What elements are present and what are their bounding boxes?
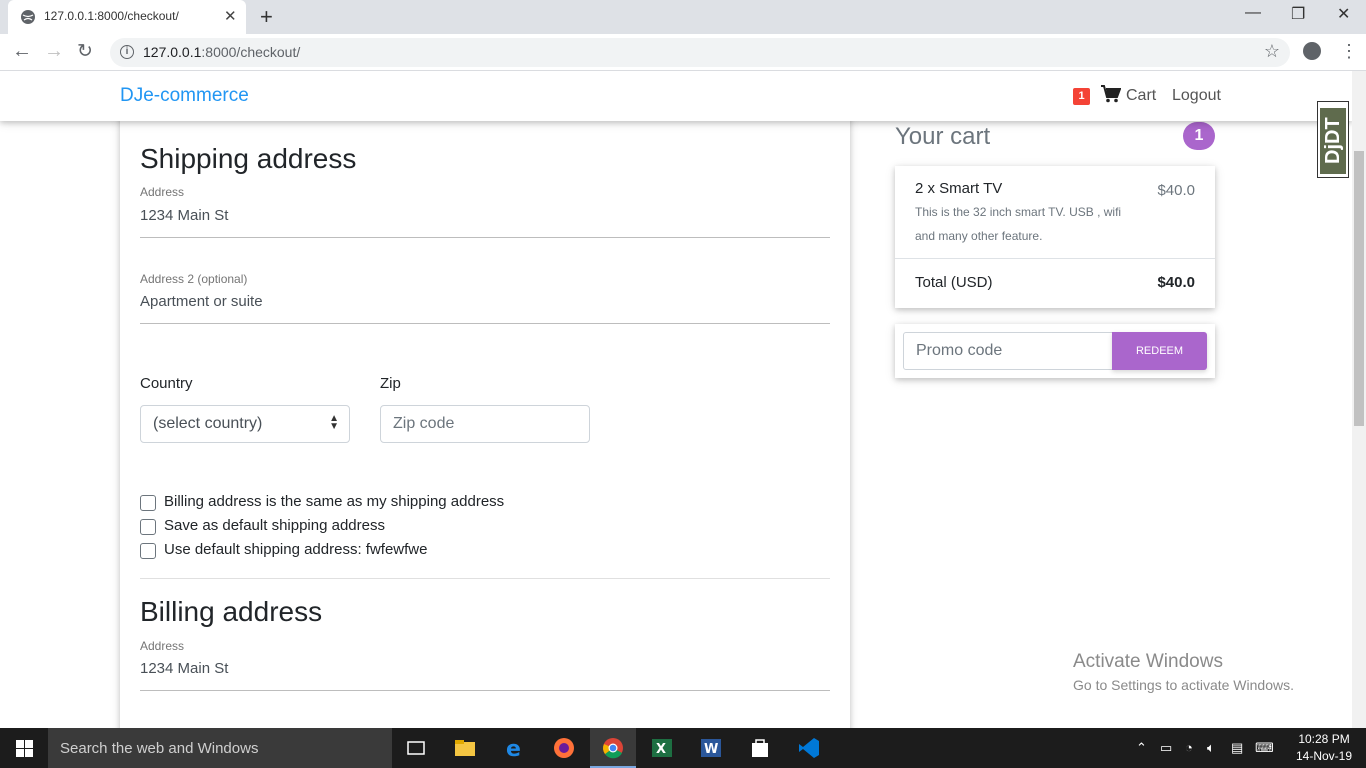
cart-count-badge: 1 [1183, 122, 1215, 150]
djdt-label: DjDT [1320, 108, 1346, 174]
section-divider [140, 578, 830, 579]
billing-heading: Billing address [140, 596, 323, 627]
page-scrollbar[interactable] [1352, 71, 1366, 728]
checkout-form: Shipping address Address 1234 Main St Ad… [120, 101, 850, 728]
total-label: Total (USD) [915, 274, 993, 291]
firefox-icon[interactable] [552, 736, 576, 760]
select-arrows-icon: ▲ ▼ [329, 413, 339, 432]
cart-divider [895, 258, 1215, 259]
battery-icon[interactable]: ▭ [1160, 740, 1172, 756]
store-icon[interactable] [748, 736, 772, 760]
use-default-label[interactable]: Use default shipping address: fwfewfwe [164, 541, 427, 558]
globe-icon [21, 10, 35, 24]
brand-logo-link[interactable]: DJe-commerce [120, 85, 249, 107]
zip-label: Zip [380, 375, 401, 392]
promo-code-input[interactable]: Promo code [903, 332, 1115, 370]
shopping-cart-icon[interactable] [1101, 85, 1121, 103]
minimize-icon[interactable]: — [1245, 4, 1261, 22]
file-explorer-icon[interactable] [453, 736, 477, 760]
close-window-icon[interactable]: ✕ [1337, 4, 1350, 24]
redeem-button[interactable]: REDEEM [1112, 332, 1207, 370]
cart-count-badge-nav[interactable]: 1 [1073, 88, 1090, 105]
vscode-icon[interactable] [797, 736, 821, 760]
svg-text:e: e [506, 737, 521, 760]
clock-date: 14-Nov-19 [1296, 749, 1353, 763]
bookmark-star-icon[interactable]: ☆ [1264, 41, 1280, 62]
volume-icon[interactable]: 🔈︎ [1207, 740, 1215, 756]
cart-summary: 2 x Smart TV This is the 32 inch smart T… [895, 166, 1215, 308]
page-viewport: Shipping address Address 1234 Main St Ad… [0, 71, 1352, 728]
clock-time: 10:28 PM [1298, 732, 1350, 746]
address2-underline [140, 323, 830, 324]
keyboard-icon[interactable]: ⌨ [1255, 740, 1274, 756]
svg-text:W: W [704, 742, 718, 757]
cart-item-description: This is the 32 inch smart TV. USB , wifi… [915, 205, 1122, 243]
scrollbar-thumb[interactable] [1354, 151, 1364, 426]
back-icon[interactable]: ← [12, 40, 32, 63]
address-label: Address [140, 185, 185, 199]
new-tab-icon[interactable]: + [260, 4, 273, 30]
address-input[interactable]: 1234 Main St [140, 207, 228, 224]
url-text: 127.0.0.1:8000/checkout/ [143, 44, 301, 60]
info-icon[interactable]: i [120, 45, 134, 59]
address-underline [140, 237, 830, 238]
excel-icon[interactable]: X [650, 736, 674, 760]
tray-chevron-icon[interactable]: ⌃ [1136, 740, 1147, 756]
save-default-label[interactable]: Save as default shipping address [164, 517, 385, 534]
chrome-icon[interactable] [601, 736, 625, 760]
cart-item-price: $40.0 [1157, 182, 1195, 199]
restore-icon[interactable]: ❐ [1291, 4, 1305, 24]
country-selected-value: (select country) [153, 415, 263, 432]
taskbar-search-placeholder: Search the web and Windows [60, 740, 259, 757]
reload-icon[interactable]: ↻ [77, 40, 93, 63]
total-value: $40.0 [1157, 274, 1195, 291]
task-view-icon[interactable] [404, 736, 428, 760]
wifi-icon[interactable]: ◔ [1185, 740, 1193, 755]
activate-windows-subtitle: Go to Settings to activate Windows. [1073, 677, 1294, 693]
shipping-heading: Shipping address [140, 143, 357, 174]
billing-address-underline [140, 690, 830, 691]
address2-input[interactable]: Apartment or suite [140, 293, 263, 310]
address2-label: Address 2 (optional) [140, 272, 248, 286]
billing-address-input[interactable]: 1234 Main St [140, 660, 228, 677]
taskbar-clock[interactable]: 10:28 PM 14-Nov-19 [1296, 731, 1352, 765]
save-default-checkbox[interactable] [140, 519, 156, 535]
profile-icon[interactable] [1303, 42, 1321, 60]
address-bar[interactable]: i 127.0.0.1:8000/checkout/ ☆ [110, 38, 1290, 67]
browser-tab[interactable]: 127.0.0.1:8000/checkout/ ✕ [8, 0, 246, 34]
browser-tab-strip: 127.0.0.1:8000/checkout/ ✕ + — ❐ ✕ [0, 0, 1366, 34]
same-billing-label[interactable]: Billing address is the same as my shippi… [164, 493, 504, 510]
billing-address-label: Address [140, 639, 185, 653]
site-navbar: DJe-commerce 1 Cart Logout [0, 71, 1352, 121]
edge-browser-icon[interactable]: e [503, 736, 527, 760]
zip-input[interactable]: Zip code [380, 405, 590, 443]
forward-icon[interactable]: → [44, 40, 64, 63]
cart-title: Your cart [895, 123, 991, 150]
windows-taskbar: Search the web and Windows e X W ⌃ ▭ ◔ 🔈… [0, 728, 1366, 768]
logout-link[interactable]: Logout [1172, 87, 1221, 105]
tab-title: 127.0.0.1:8000/checkout/ [44, 9, 179, 23]
word-icon[interactable]: W [699, 736, 723, 760]
svg-text:X: X [656, 742, 666, 757]
taskbar-search-box[interactable]: Search the web and Windows [48, 728, 392, 768]
cart-item-name: 2 x Smart TV [915, 180, 1003, 197]
browser-toolbar: ← → ↻ i 127.0.0.1:8000/checkout/ ☆ ⋮ [0, 34, 1366, 71]
menu-icon[interactable]: ⋮ [1340, 41, 1358, 62]
country-select[interactable]: (select country) ▲ ▼ [140, 405, 350, 443]
django-debug-toolbar-handle[interactable]: DjDT [1317, 101, 1349, 178]
activate-windows-title: Activate Windows [1073, 651, 1223, 672]
promo-form: Promo code REDEEM [895, 324, 1215, 378]
close-tab-icon[interactable]: ✕ [224, 7, 237, 25]
country-label: Country [140, 375, 193, 392]
windows-start-icon[interactable] [16, 740, 33, 757]
notifications-icon[interactable]: ▤ [1231, 740, 1243, 756]
use-default-checkbox[interactable] [140, 543, 156, 559]
cart-link[interactable]: Cart [1126, 87, 1156, 105]
same-billing-checkbox[interactable] [140, 495, 156, 511]
